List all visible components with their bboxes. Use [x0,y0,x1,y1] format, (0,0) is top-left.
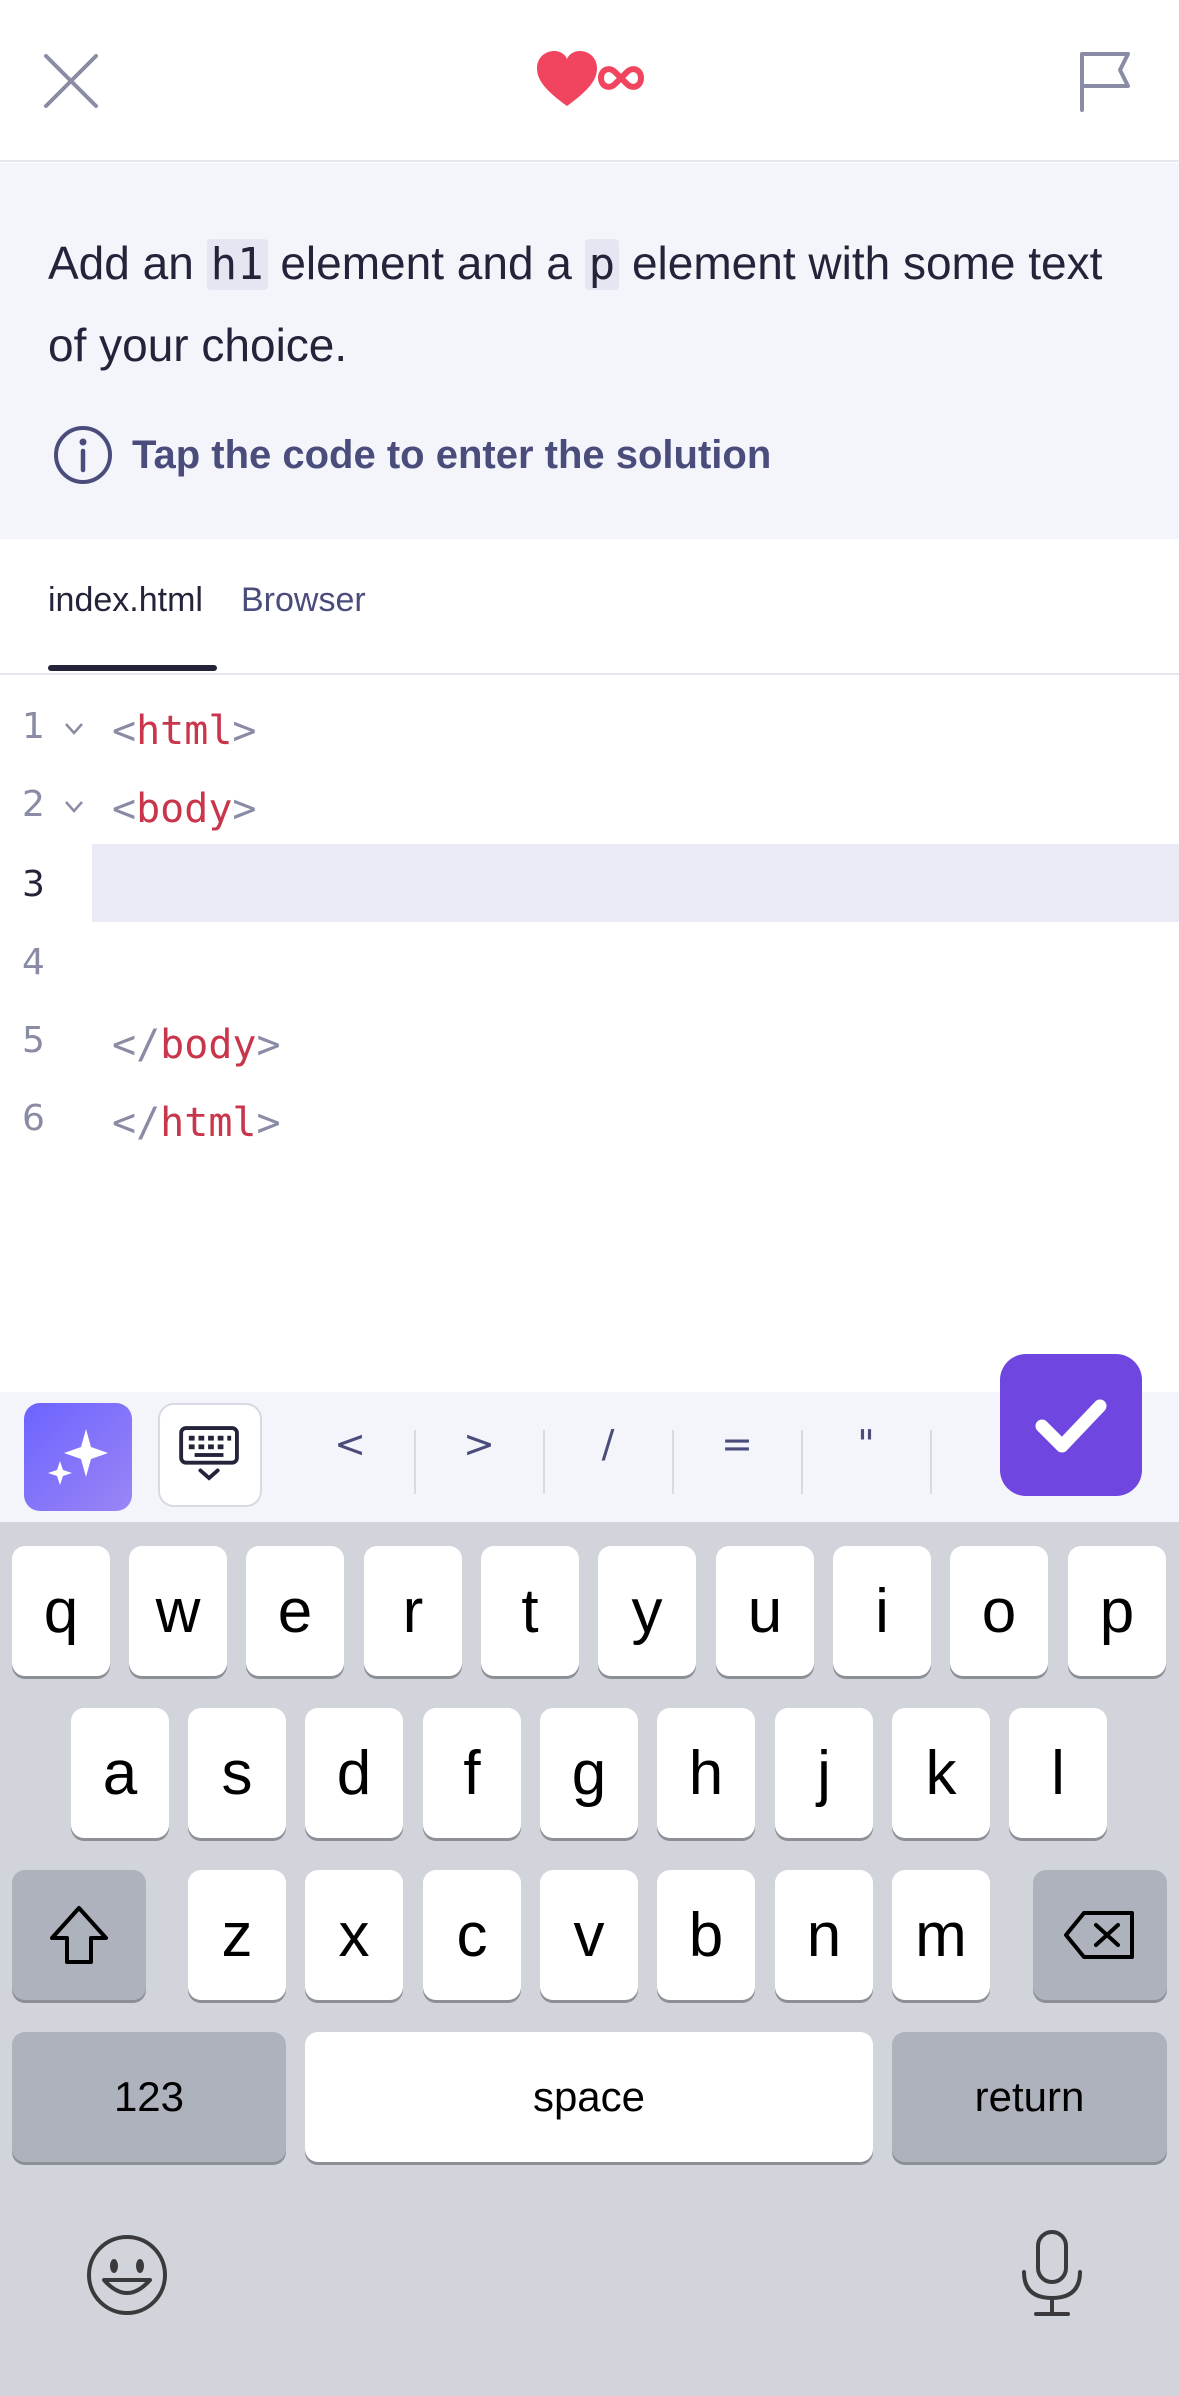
system-keyboard: q w e r t y u i o p a s d f g h j k l z … [0,1522,1179,2396]
code-tag: html [160,1100,257,1146]
code-line[interactable]: 4 [0,922,1179,1000]
key-x[interactable]: x [305,1870,403,2000]
key-h[interactable]: h [657,1708,755,1838]
symbol-key-quote[interactable]: " [802,1422,930,1466]
symbol-key-equals[interactable]: = [673,1422,801,1466]
code-line[interactable]: 5 </body> [0,1000,1179,1078]
numbers-key[interactable]: 123 [12,2032,286,2162]
key-r[interactable]: r [364,1546,462,1676]
top-bar [0,0,1179,162]
task-panel: Add an h1 element and a p element with s… [0,163,1179,539]
code-punct: > [256,1022,281,1068]
code-line[interactable]: 6 </html> [0,1078,1179,1156]
close-icon[interactable] [40,50,102,112]
key-p[interactable]: p [1068,1546,1166,1676]
flag-icon[interactable] [1074,48,1136,114]
key-u[interactable]: u [716,1546,814,1676]
sparkles-icon [48,1429,108,1485]
code-editor[interactable]: 1 <html> 2 <body> 3 4 5 </body> 6 </html… [0,676,1179,1392]
key-w[interactable]: w [129,1546,227,1676]
checkmark-icon [1035,1399,1107,1453]
key-t[interactable]: t [481,1546,579,1676]
key-q[interactable]: q [12,1546,110,1676]
code-line[interactable]: 2 <body> [0,764,1179,842]
key-b[interactable]: b [657,1870,755,2000]
code-text: <body> [112,786,257,832]
backspace-icon [1064,1911,1134,1959]
emoji-icon[interactable] [84,2232,170,2318]
code-text: </body> [112,1022,281,1068]
shift-key[interactable] [12,1870,146,2000]
symbol-key-less-than[interactable]: < [286,1422,414,1466]
symbol-key-greater-than[interactable]: > [415,1422,543,1466]
hint-row: Tap the code to enter the solution [52,423,771,487]
code-punct: < [112,708,137,754]
info-icon [54,426,112,484]
microphone-icon[interactable] [1010,2228,1094,2320]
key-a[interactable]: a [71,1708,169,1838]
line-number: 6 [22,1098,45,1139]
key-f[interactable]: f [423,1708,521,1838]
hint-text: Tap the code to enter the solution [132,432,772,477]
symbol-divider [930,1430,932,1494]
current-line-highlight [92,844,1179,922]
key-s[interactable]: s [188,1708,286,1838]
keyboard-hide-icon [179,1426,239,1481]
task-text-part: Add an [48,237,207,289]
heart-infinity-logo-icon [537,51,645,106]
active-tab-indicator [48,665,217,671]
key-d[interactable]: d [305,1708,403,1838]
code-text: <html> [112,708,257,754]
keyboard-toggle-button[interactable] [158,1403,262,1507]
code-punct: </ [112,1100,161,1146]
return-key[interactable]: return [892,2032,1167,2162]
code-tag: body [160,1022,257,1068]
code-punct: > [256,1100,281,1146]
file-tabs: index.html Browser [0,539,1179,675]
line-number: 4 [22,942,45,983]
check-answer-button[interactable] [1000,1354,1142,1496]
key-c[interactable]: c [423,1870,521,2000]
line-number: 5 [22,1020,45,1061]
code-chip-p: p [584,239,620,290]
code-tag: html [136,708,233,754]
line-number: 2 [22,784,45,825]
key-z[interactable]: z [188,1870,286,2000]
code-tag: body [136,786,233,832]
fold-chevron-icon[interactable] [64,800,84,814]
key-n[interactable]: n [775,1870,873,2000]
key-j[interactable]: j [775,1708,873,1838]
code-punct: < [112,786,137,832]
symbol-key-slash[interactable]: / [544,1422,672,1466]
task-instructions: Add an h1 element and a p element with s… [48,223,1138,385]
delete-key[interactable] [1033,1870,1167,2000]
fold-chevron-icon[interactable] [64,722,84,736]
line-number: 1 [22,706,45,747]
key-k[interactable]: k [892,1708,990,1838]
shift-icon [50,1906,108,1964]
key-v[interactable]: v [540,1870,638,2000]
code-line-current[interactable]: 3 [0,844,1179,922]
code-punct: </ [112,1022,161,1068]
key-i[interactable]: i [833,1546,931,1676]
code-punct: > [232,708,257,754]
ai-assist-button[interactable] [24,1403,132,1511]
code-line[interactable]: 1 <html> [0,686,1179,764]
tab-index-html[interactable]: index.html [48,581,203,620]
space-key[interactable]: space [305,2032,873,2162]
line-number: 3 [22,864,45,905]
tab-browser[interactable]: Browser [241,581,366,620]
key-m[interactable]: m [892,1870,990,2000]
task-text-part: element and a [267,237,585,289]
key-y[interactable]: y [598,1546,696,1676]
key-g[interactable]: g [540,1708,638,1838]
key-e[interactable]: e [246,1546,344,1676]
code-chip-h1: h1 [206,239,268,290]
code-text: </html> [112,1100,281,1146]
key-l[interactable]: l [1009,1708,1107,1838]
key-o[interactable]: o [950,1546,1048,1676]
code-punct: > [232,786,257,832]
